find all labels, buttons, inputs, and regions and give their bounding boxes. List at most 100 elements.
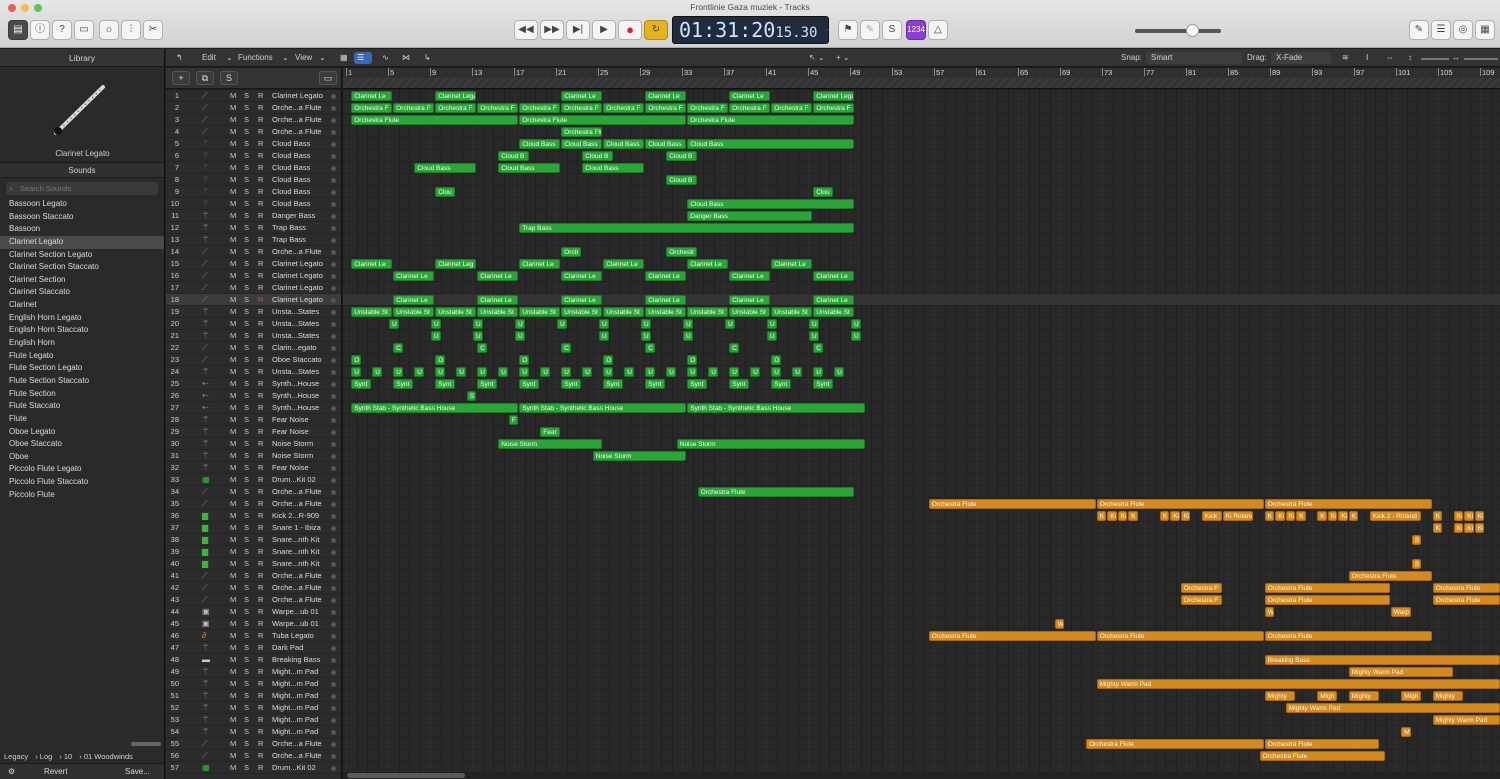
region[interactable]: Orchestra Flute	[1259, 751, 1385, 761]
solo-button[interactable]: S	[244, 186, 249, 198]
region[interactable]: Mighty	[1264, 691, 1296, 701]
solo-button[interactable]: S	[244, 498, 249, 510]
track-on-off-button[interactable]	[331, 238, 336, 243]
track-row[interactable]: 15 ⟋ M S R Clarinet Legato	[166, 258, 341, 270]
record-enable-button[interactable]: R	[258, 534, 263, 546]
track-on-off-button[interactable]	[331, 730, 336, 735]
track-name[interactable]: Orche...a Flute	[272, 114, 334, 126]
region[interactable]: Synt	[351, 379, 372, 389]
region[interactable]: O	[351, 355, 361, 365]
count-in-button[interactable]: 1234	[906, 20, 926, 40]
record-enable-button[interactable]: R	[258, 90, 263, 102]
region[interactable]: Clarinet Le	[813, 271, 855, 281]
record-enable-button[interactable]: R	[258, 210, 263, 222]
track-row[interactable]: 54 ⚚ M S R Might...m Pad	[166, 726, 341, 738]
help-icon[interactable]: ?	[52, 20, 72, 40]
record-enable-button[interactable]: R	[258, 150, 263, 162]
record-enable-button[interactable]: R	[258, 474, 263, 486]
track-on-off-button[interactable]	[331, 358, 336, 363]
region[interactable]: Orchestra Flute	[687, 115, 855, 125]
track-row[interactable]: 30 ⚚ M S R Noise Storm	[166, 438, 341, 450]
record-enable-button[interactable]: R	[258, 162, 263, 174]
track-row[interactable]: 12 ⚚ M S R Trap Bass	[166, 222, 341, 234]
mute-button[interactable]: M	[230, 354, 236, 366]
track-on-off-button[interactable]	[331, 298, 336, 303]
mute-button[interactable]: M	[230, 762, 236, 774]
track-name[interactable]: Unsta...States	[272, 330, 334, 342]
region[interactable]: W	[1264, 607, 1275, 617]
record-enable-button[interactable]: R	[258, 354, 263, 366]
record-enable-button[interactable]: R	[258, 330, 263, 342]
mute-button[interactable]: M	[230, 270, 236, 282]
region[interactable]: U	[641, 331, 651, 341]
region[interactable]: U	[687, 367, 697, 377]
solo-button[interactable]: S	[244, 654, 249, 666]
track-on-off-button[interactable]	[331, 634, 336, 639]
view-menu[interactable]: View	[295, 52, 312, 64]
sound-list-item[interactable]: Oboe Staccato	[0, 438, 164, 451]
region[interactable]: U	[729, 367, 739, 377]
mute-button[interactable]: M	[230, 726, 236, 738]
region[interactable]: Orchestra F	[687, 103, 729, 113]
track-row[interactable]: 4 ⟋ M S R Orche...a Flute	[166, 126, 341, 138]
track-row[interactable]: 45 ▣ M S R Warpe...ub 01	[166, 618, 341, 630]
solo-button[interactable]: S	[244, 546, 249, 558]
height-zoom-slider[interactable]	[1421, 58, 1449, 60]
region[interactable]: U	[603, 367, 613, 377]
solo-button[interactable]: S	[244, 270, 249, 282]
track-row[interactable]: 21 ⚚ M S R Unsta...States	[166, 330, 341, 342]
solo-button[interactable]: S	[244, 222, 249, 234]
region[interactable]: Orchestra Flute	[1264, 631, 1432, 641]
solo-button[interactable]: S	[244, 390, 249, 402]
record-enable-button[interactable]: R	[258, 258, 263, 270]
track-on-off-button[interactable]	[331, 574, 336, 579]
region[interactable]: Synt	[393, 379, 414, 389]
track-row[interactable]: 38 ▆ M S R Snare...nth Kit	[166, 534, 341, 546]
region[interactable]: Clarinet Leg	[435, 259, 477, 269]
region[interactable]: U	[809, 319, 819, 329]
region[interactable]: Ki	[1285, 511, 1296, 521]
mute-button[interactable]: M	[230, 510, 236, 522]
mute-button[interactable]: M	[230, 390, 236, 402]
track-name[interactable]: Cloud Bass	[272, 186, 334, 198]
solo-button[interactable]: S	[244, 282, 249, 294]
sound-list-item[interactable]: Clarinet Staccato	[0, 286, 164, 299]
region[interactable]: U	[557, 319, 567, 329]
mute-button[interactable]: M	[230, 306, 236, 318]
track-row[interactable]: 37 ▆ M S R Snare 1 - Ibiza	[166, 522, 341, 534]
region[interactable]: Clarinet Le	[813, 295, 855, 305]
region[interactable]: Clarinet Le	[645, 271, 687, 281]
region[interactable]: U	[809, 331, 819, 341]
solo-button[interactable]: S	[244, 330, 249, 342]
region[interactable]: O	[435, 355, 445, 365]
region[interactable]: Clarinet Le	[561, 271, 603, 281]
rewind-icon[interactable]: ◀◀	[514, 20, 538, 40]
solo-button[interactable]: S	[244, 102, 249, 114]
region[interactable]: U	[519, 367, 529, 377]
track-row[interactable]: 52 ⚚ M S R Might...m Pad	[166, 702, 341, 714]
region[interactable]: Clarinet Le	[393, 295, 435, 305]
region[interactable]: U	[372, 367, 382, 377]
region[interactable]: Unstable St	[561, 307, 603, 317]
region[interactable]: Orchestra F	[771, 103, 813, 113]
region[interactable]: Breaking Bass	[1264, 655, 1500, 665]
track-on-off-button[interactable]	[331, 94, 336, 99]
region[interactable]: Cloud Bass	[519, 139, 561, 149]
mute-button[interactable]: M	[230, 654, 236, 666]
region[interactable]: U	[414, 367, 424, 377]
region[interactable]: Cloud B	[666, 175, 697, 185]
region[interactable]: Orchestra Flute	[697, 487, 855, 497]
track-name[interactable]: Orche...a Flute	[272, 246, 334, 258]
track-name[interactable]: Snare...nth Kit	[272, 546, 334, 558]
solo-button[interactable]: S	[244, 438, 249, 450]
mute-button[interactable]: M	[230, 330, 236, 342]
region[interactable]: Migh	[1317, 691, 1338, 701]
region[interactable]: Mighty Warm Pad	[1348, 667, 1453, 677]
region[interactable]: K	[1296, 511, 1306, 521]
record-enable-button[interactable]: R	[258, 222, 263, 234]
record-enable-button[interactable]: R	[258, 102, 263, 114]
region[interactable]: C	[393, 343, 403, 353]
track-on-off-button[interactable]	[331, 262, 336, 267]
track-on-off-button[interactable]	[331, 442, 336, 447]
track-on-off-button[interactable]	[331, 754, 336, 759]
